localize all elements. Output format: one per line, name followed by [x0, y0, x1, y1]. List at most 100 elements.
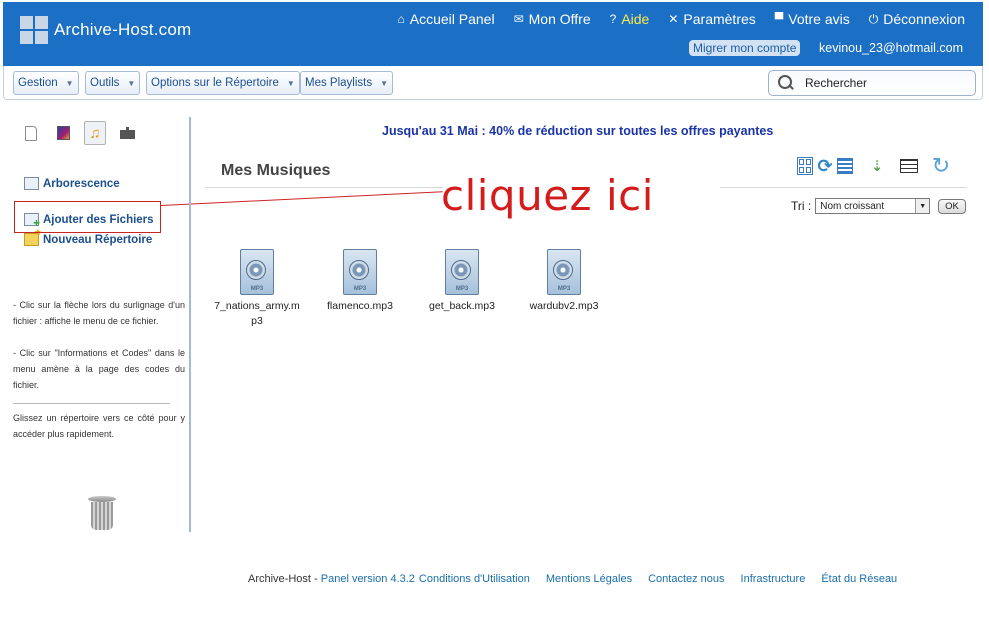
menu-label: Gestion	[18, 77, 58, 89]
help-divider	[13, 403, 170, 404]
file-name: 7_nations_army.mp3	[214, 300, 300, 327]
file-item[interactable]: MP3 flamenco.mp3	[315, 249, 405, 314]
file-type-badge: MP3	[557, 286, 571, 292]
sidebar-arborescence[interactable]: Arborescence	[24, 177, 120, 190]
promo-banner[interactable]: Jusqu'au 31 Mai : 40% de réduction sur t…	[382, 124, 773, 138]
file-item[interactable]: MP3 wardubv2.mp3	[519, 249, 609, 314]
file-name: get_back.mp3	[429, 300, 495, 312]
footer-link-contact[interactable]: Contactez nous	[648, 573, 724, 585]
sidebar-divider	[189, 117, 191, 532]
sidebar-new-folder[interactable]: Nouveau Répertoire	[24, 227, 153, 246]
nav-label: Accueil Panel	[409, 11, 495, 27]
chevron-down-icon: ▼	[286, 78, 295, 88]
sidebar-link-label: Arborescence	[43, 177, 120, 190]
sort-ok-button[interactable]: OK	[938, 199, 966, 214]
file-type-badge: MP3	[455, 286, 469, 292]
offer-icon: ✉	[513, 12, 524, 26]
music-icon: ♫	[89, 124, 101, 142]
refresh-icon[interactable]: ↻	[932, 153, 950, 178]
footer-link-version[interactable]: Panel version 4.3.2	[321, 573, 415, 585]
details-list-icon[interactable]	[900, 156, 918, 176]
trash-icon[interactable]	[88, 496, 116, 532]
file-item[interactable]: MP3 get_back.mp3	[417, 249, 507, 314]
grid-view-icon[interactable]	[796, 156, 814, 176]
search-box[interactable]: Rechercher	[768, 70, 976, 96]
home-icon: ⌂	[397, 12, 405, 26]
filter-videos[interactable]	[116, 121, 138, 145]
chevron-down-icon: ▼	[380, 78, 389, 88]
site-logo[interactable]: Archive-Host.com	[20, 16, 191, 44]
footer-link-network-status[interactable]: État du Réseau	[821, 573, 897, 585]
file-type-filter: ♫	[20, 121, 138, 145]
menu-outils[interactable]: Outils ▼	[85, 71, 141, 95]
sort-control: Tri : Nom croissant ▼	[791, 198, 931, 214]
filter-documents[interactable]	[20, 121, 42, 145]
help-text-drag: Glissez un répertoire vers ce côté pour …	[13, 413, 185, 439]
search-icon	[775, 71, 799, 95]
power-icon: ⏻	[868, 11, 879, 26]
sort-select[interactable]: Nom croissant ▼	[815, 198, 931, 214]
nav-label: Mon Offre	[528, 11, 591, 27]
file-type-badge: MP3	[353, 286, 367, 292]
top-header: Archive-Host.com ⌂ Accueil Panel ✉ Mon O…	[3, 2, 983, 66]
sidebar-link-label: Nouveau Répertoire	[43, 233, 153, 246]
nav-label: Déconnexion	[883, 11, 965, 27]
filter-music[interactable]: ♫	[84, 121, 106, 145]
nav-votre-avis[interactable]: ▀ Votre avis	[775, 11, 850, 27]
menu-gestion[interactable]: Gestion ▼	[13, 71, 79, 95]
mp3-file-icon: MP3	[547, 249, 581, 295]
clapperboard-icon	[119, 127, 135, 139]
nav-accueil-panel[interactable]: ⌂ Accueil Panel	[397, 11, 494, 27]
file-type-badge: MP3	[250, 286, 264, 292]
nav-mon-offre[interactable]: ✉ Mon Offre	[514, 11, 591, 27]
menu-options-repertoire[interactable]: Options sur le Répertoire ▼	[146, 71, 300, 95]
document-icon	[25, 125, 37, 141]
sort-value: Nom croissant	[820, 200, 885, 212]
file-item[interactable]: MP3 7_nations_army.mp3	[212, 249, 302, 329]
annotation-highlight-box	[14, 201, 161, 233]
account-email: kevinou_23@hotmail.com	[819, 41, 964, 55]
page-title: Mes Musiques	[221, 162, 331, 179]
menu-toolbar: Gestion ▼ Outils ▼ Options sur le Répertoi…	[3, 66, 983, 100]
menu-label: Outils	[90, 77, 120, 89]
tools-icon: ✕	[668, 12, 679, 26]
help-text-menu: - Clic sur la flèche lors du surlignage …	[13, 300, 185, 326]
mp3-file-icon: MP3	[240, 249, 274, 295]
comment-icon: ▀	[774, 12, 784, 26]
title-divider	[205, 187, 443, 188]
list-view-icon[interactable]	[836, 156, 854, 176]
sort-label: Tri :	[791, 199, 812, 213]
menu-label: Mes Playlists	[305, 77, 373, 89]
chevron-down-icon: ▼	[65, 78, 74, 88]
nav-label: Paramètres	[683, 11, 756, 27]
logo-grid-icon	[20, 16, 48, 44]
nav-label: Votre avis	[788, 11, 850, 27]
switch-view-icon[interactable]: ⟳	[816, 156, 834, 176]
view-mode-group: ⟳	[796, 156, 854, 176]
chevron-down-icon: ▼	[127, 78, 136, 88]
nav-deconnexion[interactable]: ⏻ Déconnexion	[869, 11, 965, 27]
menu-mes-playlists[interactable]: Mes Playlists ▼	[300, 71, 394, 95]
search-input[interactable]: Rechercher	[805, 76, 867, 90]
help-text-codes: - Clic sur "Informations et Codes" dans …	[13, 348, 185, 390]
tree-icon	[24, 177, 39, 190]
mp3-file-icon: MP3	[445, 249, 479, 295]
annotation-line	[160, 191, 443, 206]
file-name: flamenco.mp3	[327, 300, 393, 312]
help-icon: ?	[609, 12, 617, 26]
footer-link-conditions[interactable]: Conditions d'Utilisation	[419, 573, 530, 585]
filter-images[interactable]	[52, 121, 74, 145]
image-icon	[56, 126, 70, 140]
footer-link-mentions[interactable]: Mentions Légales	[546, 573, 632, 585]
logo-text: Archive-Host.com	[54, 20, 192, 39]
sort-down-icon[interactable]: ⇣	[868, 156, 886, 176]
top-nav: ⌂ Accueil Panel ✉ Mon Offre ? Aide ✕ Par…	[397, 11, 965, 27]
migrate-account-button[interactable]: Migrer mon compte	[689, 40, 801, 56]
nav-parametres[interactable]: ✕ Paramètres	[668, 11, 755, 27]
menu-label: Options sur le Répertoire	[151, 77, 279, 89]
nav-aide[interactable]: ? Aide	[610, 11, 650, 27]
annotation-text: cliquez ici	[441, 171, 654, 220]
footer-link-infrastructure[interactable]: Infrastructure	[741, 573, 806, 585]
page-footer: Archive-Host - Panel version 4.3.2 Condi…	[248, 573, 897, 585]
view-tools: ⟳ ⇣ ↻	[796, 153, 950, 178]
